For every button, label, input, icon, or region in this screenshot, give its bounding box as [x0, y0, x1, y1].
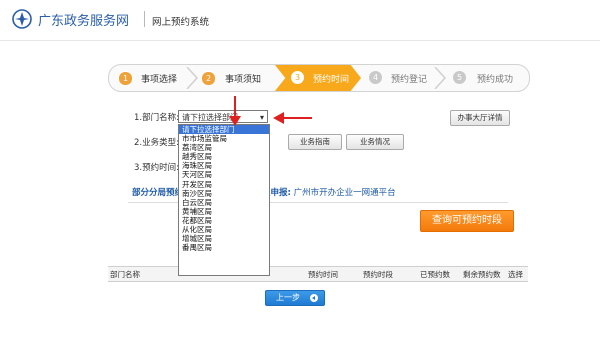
- arrow-left-icon: [273, 112, 312, 124]
- col-time: 预约时间: [308, 270, 338, 279]
- dropdown-option[interactable]: 请下拉选择部门: [179, 125, 269, 135]
- col-remaining: 剩余预约数: [463, 270, 501, 279]
- dropdown-option[interactable]: 天河区局: [179, 170, 269, 179]
- site-title[interactable]: 广东政务服务网: [38, 10, 129, 29]
- business-guide-button[interactable]: 业务指南: [288, 134, 342, 150]
- dropdown-option[interactable]: 白云区局: [179, 198, 269, 207]
- step-label: 事项选择: [141, 75, 178, 85]
- table-header: 部门名称 预约时间 预约时段 已预约数 剩余预约数 选择: [108, 266, 528, 282]
- query-slots-button[interactable]: 查询可预约时段: [420, 210, 514, 232]
- type-label-num: 2.: [134, 138, 143, 148]
- dropdown-option[interactable]: 花都区局: [179, 216, 269, 225]
- notice-link[interactable]: 广州市开办企业一网通平台: [294, 188, 396, 198]
- arrow-left-icon: [310, 294, 318, 302]
- notice-right: 上申报: 广州市开办企业一网通平台: [262, 186, 396, 198]
- step-item: 1 事项选择: [109, 65, 193, 91]
- step-label: 事项须知: [225, 75, 262, 85]
- step-progress-bar: 1 事项选择 2 事项须知 3 预约时间 4 预约登记 5 预约成功: [108, 64, 530, 92]
- dropdown-option[interactable]: 荔湾区局: [179, 143, 269, 152]
- dept-label-text: 部门名称:: [142, 113, 179, 123]
- top-header: 广东政务服务网 网上预约系统: [0, 0, 600, 41]
- back-button[interactable]: 上一步: [265, 290, 325, 306]
- step-label: 预约登记: [391, 75, 428, 85]
- step-number: 1: [118, 71, 133, 86]
- step-item: 2 事项须知: [195, 65, 279, 91]
- hall-details-button[interactable]: 办事大厅详情: [450, 110, 510, 126]
- dept-dropdown-list[interactable]: 请下拉选择部门 市市场监管局 荔湾区局 越秀区局 海珠区局 天河区局 开发区局 …: [178, 124, 270, 276]
- step-number: 4: [369, 71, 382, 84]
- back-button-label: 上一步: [276, 293, 300, 302]
- notice-text: 部分分局预约: [132, 188, 184, 198]
- col-slot: 预约时段: [363, 270, 393, 279]
- dept-select[interactable]: 请下拉选择部门 ▾: [178, 110, 268, 123]
- step-number: 5: [453, 71, 466, 84]
- dropdown-option[interactable]: 番禺区局: [179, 243, 269, 252]
- system-title: 网上预约系统: [152, 17, 210, 28]
- dept-label: 1.部门名称:: [134, 111, 179, 123]
- col-booked: 已预约数: [420, 270, 450, 279]
- step-item: 5 预约成功: [445, 65, 529, 91]
- col-dept-name: 部门名称: [110, 270, 140, 279]
- step-label: 预约时间: [313, 75, 350, 85]
- logo-icon: [12, 9, 32, 29]
- dropdown-option[interactable]: 南沙区局: [179, 189, 269, 198]
- dropdown-option[interactable]: 市市场监管局: [179, 134, 269, 143]
- type-label: 2.业务类型:: [134, 136, 179, 148]
- time-label-text: 预约时间:: [142, 163, 179, 173]
- dropdown-option[interactable]: 越秀区局: [179, 152, 269, 161]
- chevron-down-icon: ▾: [259, 113, 264, 122]
- dropdown-option[interactable]: 开发区局: [179, 180, 269, 189]
- time-label-num: 3.: [134, 163, 143, 173]
- step-label: 预约成功: [477, 75, 514, 85]
- step-item-current: 3 预约时间: [275, 65, 361, 91]
- business-status-button[interactable]: 业务情况: [346, 134, 404, 150]
- dropdown-option[interactable]: 增城区局: [179, 234, 269, 243]
- step-number: 3: [291, 71, 304, 84]
- dropdown-option[interactable]: 黄埔区局: [179, 207, 269, 216]
- dropdown-option[interactable]: 从化区局: [179, 225, 269, 234]
- type-label-text: 业务类型:: [142, 138, 179, 148]
- dept-select-value: 请下拉选择部门: [182, 113, 238, 122]
- dept-label-num: 1.: [134, 113, 143, 123]
- col-select: 选择: [508, 270, 523, 279]
- dropdown-option[interactable]: 海珠区局: [179, 161, 269, 170]
- step-number: 2: [201, 71, 216, 86]
- dropdown-option[interactable]: [179, 252, 269, 261]
- header-divider: [144, 11, 145, 27]
- time-label: 3.预约时间:: [134, 161, 179, 173]
